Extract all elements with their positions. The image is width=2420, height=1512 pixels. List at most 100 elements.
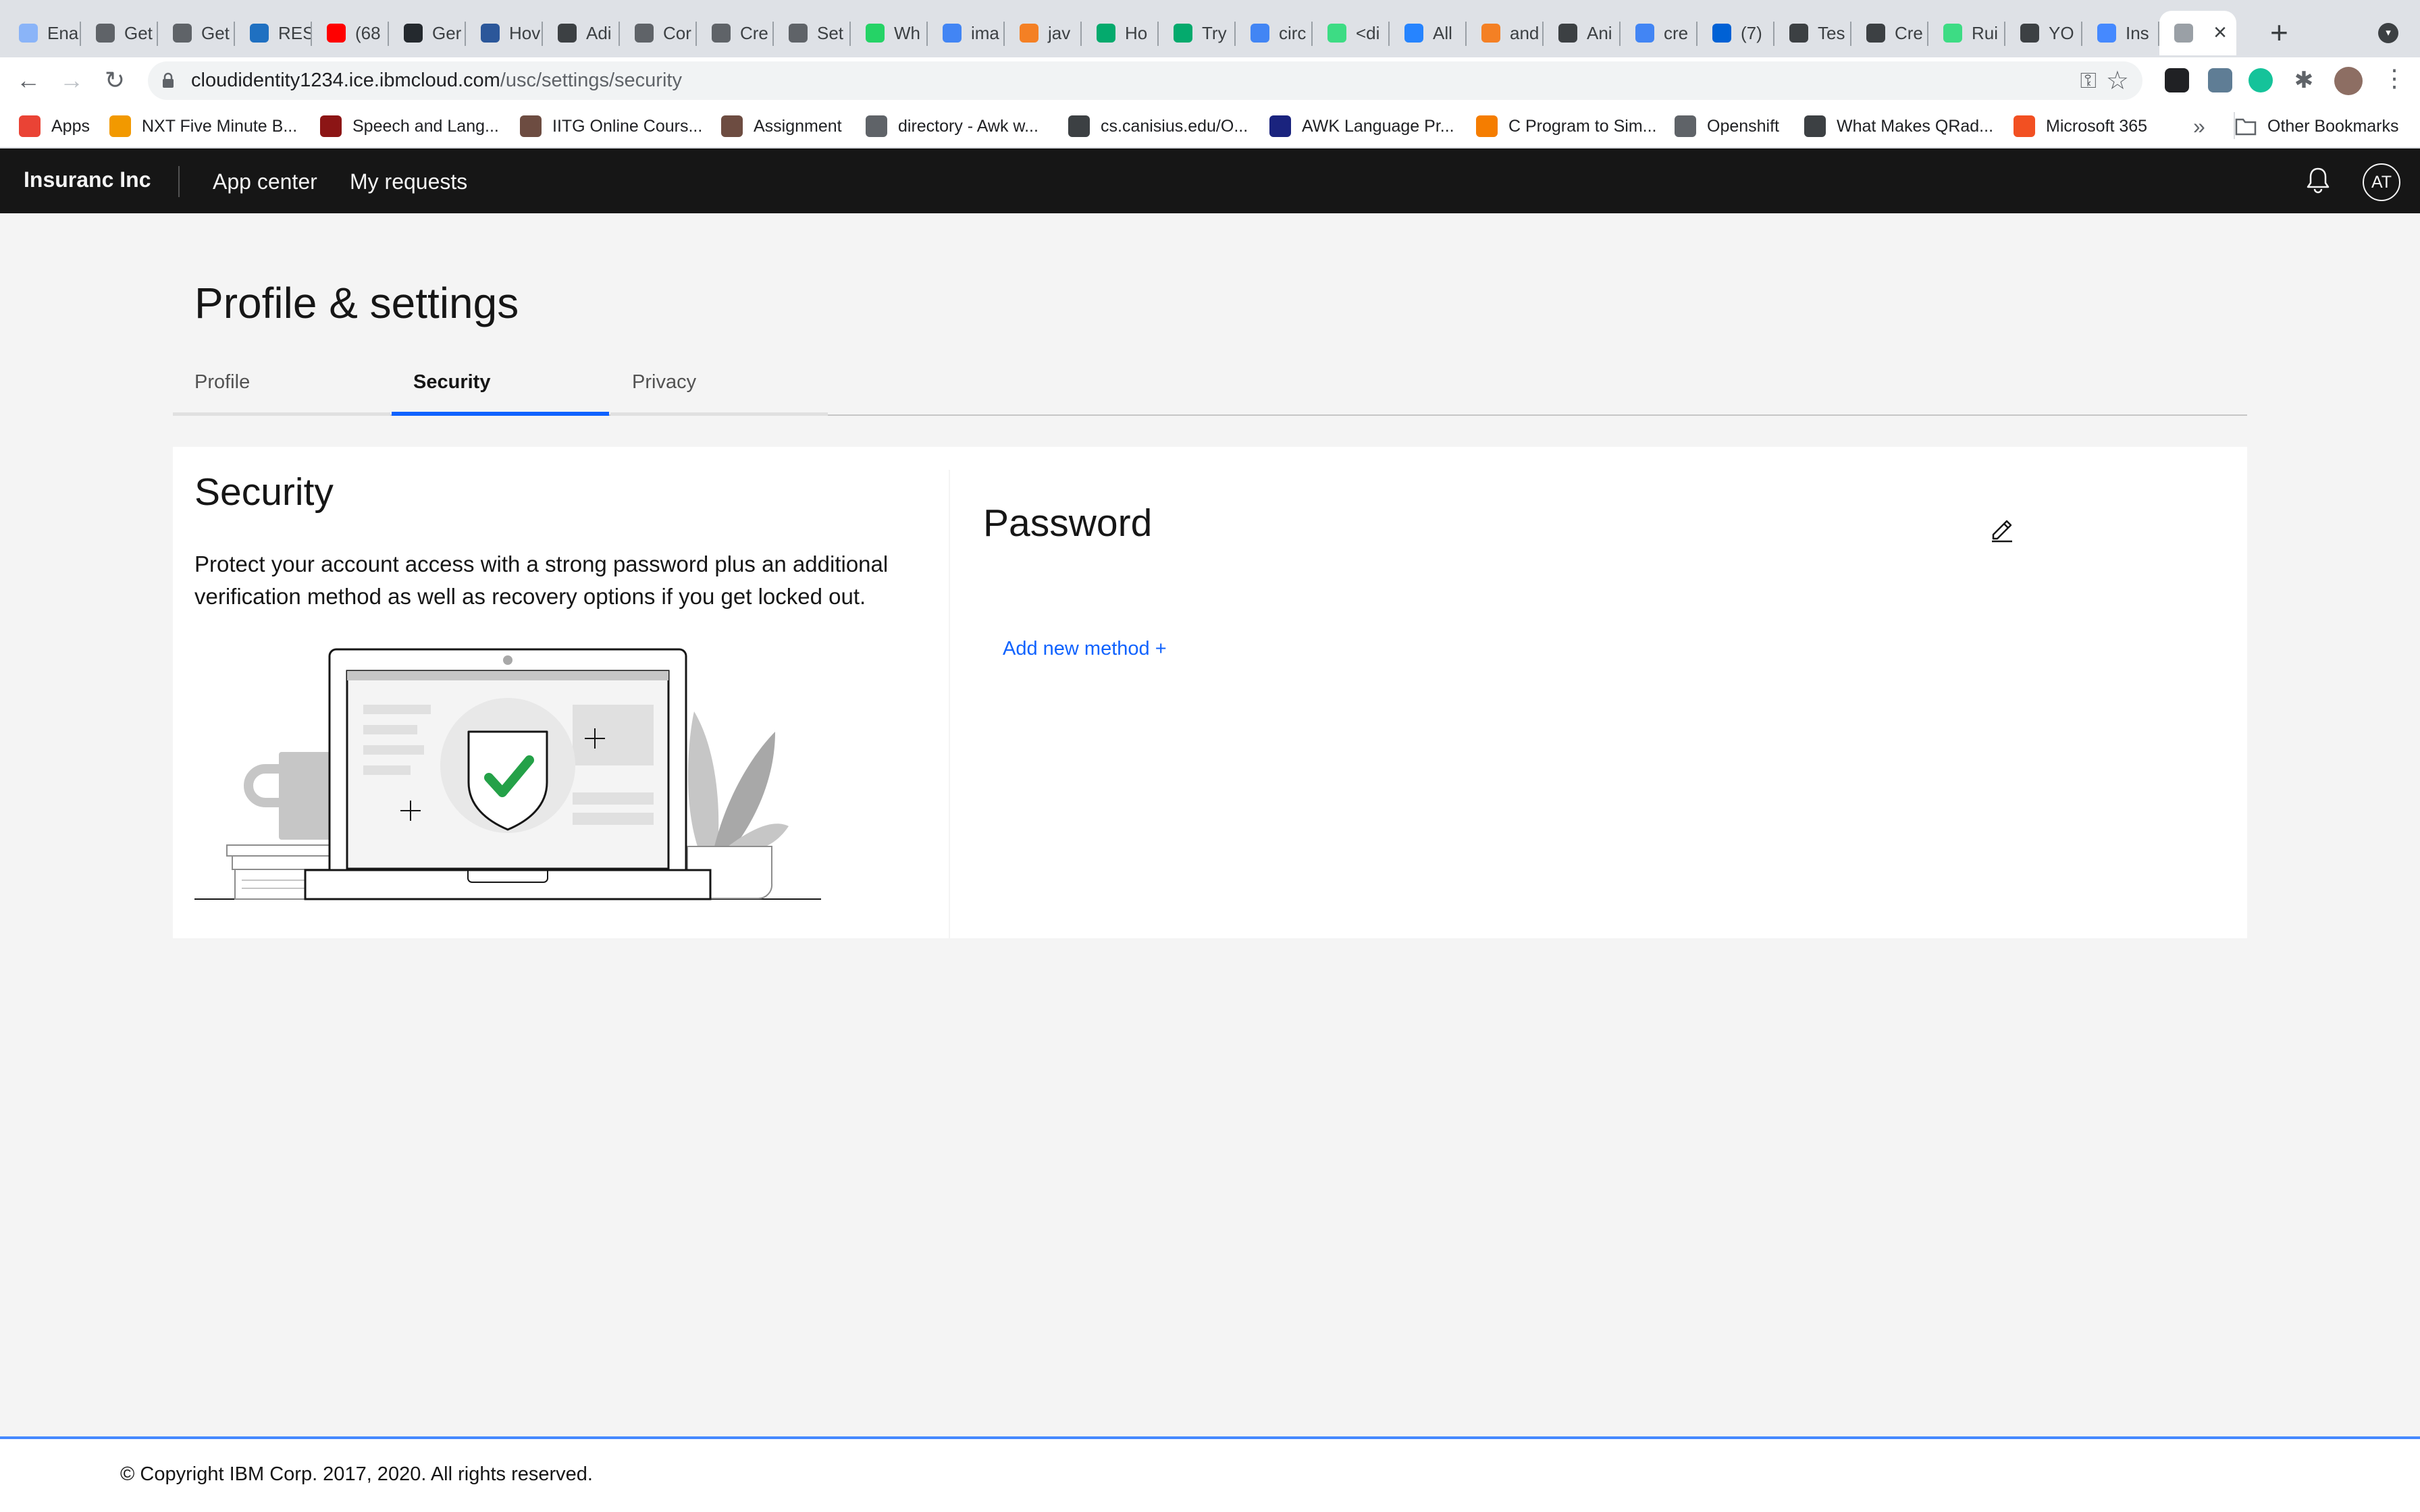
browser-profile-avatar[interactable] (2334, 67, 2363, 95)
bookmark-label: NXT Five Minute B... (142, 116, 298, 136)
extension-screenshot-icon[interactable] (2208, 68, 2232, 92)
browser-tab[interactable]: <di (1313, 11, 1390, 55)
forward-button[interactable]: → (55, 64, 88, 97)
browser-tab-title: jav (1048, 22, 1071, 43)
globe-icon (1068, 115, 1090, 137)
bookmark-item[interactable]: NXT Five Minute B... (109, 113, 297, 139)
browser-tab[interactable]: circ (1236, 11, 1313, 55)
other-bookmarks[interactable]: Other Bookmarks (2235, 113, 2399, 139)
laptop-illustration (304, 648, 712, 900)
browser-tab[interactable]: Set (774, 11, 851, 55)
tab-security[interactable]: Security (392, 358, 609, 416)
browser-tab[interactable]: Wh (851, 11, 928, 55)
bookmark-item[interactable]: Assignment (721, 113, 842, 139)
browser-tab[interactable]: Tes (1774, 11, 1851, 55)
browser-tab-title: (68 (355, 22, 381, 43)
brand-name[interactable]: Insuranc Inc (24, 167, 151, 192)
url-host: cloudidentity1234.ice.ibmcloud.com (191, 70, 500, 91)
browser-tab[interactable]: Ena (4, 11, 81, 55)
browser-tab[interactable]: Ani (1544, 11, 1621, 55)
page-title: Profile & settings (194, 279, 519, 327)
browser-tab[interactable]: Get (158, 11, 235, 55)
back-button[interactable]: ← (12, 64, 45, 97)
browser-tab-title: Adi (586, 22, 612, 43)
close-tab-icon[interactable]: × (2213, 20, 2227, 45)
browser-tab[interactable]: Cre (1851, 11, 1928, 55)
android-icon (1943, 24, 1962, 43)
github-icon (404, 24, 423, 43)
bike-icon (635, 24, 654, 43)
bookmark-item[interactable]: Microsoft 365 (2014, 113, 2147, 139)
globe-icon (558, 24, 577, 43)
key-icon[interactable]: ⚿ (2080, 68, 2097, 94)
stackoverflow-icon (1020, 24, 1038, 43)
browser-tab[interactable]: Try (1159, 11, 1236, 55)
browser-tab[interactable]: Ins (2082, 11, 2159, 55)
browser-tab[interactable]: Rui (1928, 11, 2005, 55)
browser-tab[interactable]: jav (1005, 11, 1082, 55)
settings-tabs: Profile Security Privacy (173, 358, 2247, 416)
bookmark-item[interactable]: Openshift (1675, 113, 1779, 139)
android-icon (1327, 24, 1346, 43)
cloud-icon (19, 24, 38, 43)
reload-button[interactable]: ↻ (99, 64, 131, 97)
m-icon (481, 24, 500, 43)
security-description: Protect your account access with a stron… (194, 551, 889, 609)
browser-tab[interactable]: RES (235, 11, 312, 55)
browser-toolbar: ← → ↻ cloudidentity1234.ice.ibmcloud.com… (0, 57, 2420, 104)
tab-profile[interactable]: Profile (173, 358, 390, 416)
browser-tab-title: Ani (1587, 22, 1612, 43)
nav-my-requests[interactable]: My requests (350, 169, 467, 194)
security-card: Security Protect your account access wit… (173, 447, 2247, 938)
notification-bell-icon[interactable] (2303, 165, 2334, 196)
browser-tab-title: Cor (663, 22, 691, 43)
browser-tab[interactable]: (7) (1698, 11, 1774, 55)
extension-trello-icon[interactable] (2165, 68, 2189, 92)
bookmark-item[interactable]: What Makes QRad... (1804, 113, 1993, 139)
url-text[interactable]: cloudidentity1234.ice.ibmcloud.com/usc/s… (191, 70, 682, 92)
browser-tab[interactable]: Adi (543, 11, 620, 55)
browser-tab[interactable]: and (1467, 11, 1544, 55)
bookmark-item[interactable]: Speech and Lang... (320, 113, 499, 139)
browser-tab[interactable]: Cre (697, 11, 774, 55)
browser-tab-title: Ins (2126, 22, 2149, 43)
bookmark-item[interactable]: IITG Online Cours... (520, 113, 702, 139)
browser-tab[interactable]: Ger (389, 11, 466, 55)
extension-grammarly-icon[interactable] (2248, 68, 2273, 92)
password-title: Password (983, 502, 1153, 545)
browser-tab[interactable]: All (1390, 11, 1467, 55)
browser-tab[interactable]: cre (1621, 11, 1698, 55)
lock-icon[interactable] (161, 72, 175, 88)
browser-tab[interactable]: × (2159, 11, 2236, 55)
browser-tab[interactable]: Cor (620, 11, 697, 55)
bookmark-item[interactable]: C Program to Sim... (1476, 113, 1657, 139)
extensions-puzzle-icon[interactable]: ✱ (2292, 68, 2316, 92)
google-icon (1251, 24, 1269, 43)
bookmark-star-icon[interactable]: ☆ (2106, 65, 2129, 96)
edit-pencil-icon[interactable] (1987, 513, 2018, 544)
bookmark-item[interactable]: Apps (19, 113, 90, 139)
browser-tab-title: ima (971, 22, 999, 43)
address-bar[interactable]: cloudidentity1234.ice.ibmcloud.com/usc/s… (148, 61, 2142, 100)
browser-tab[interactable]: ima (928, 11, 1005, 55)
bookmark-item[interactable]: directory - Awk w... (866, 113, 1038, 139)
tab-search-button[interactable]: ▾ (2378, 23, 2398, 43)
browser-tab[interactable]: Ho (1082, 11, 1159, 55)
tab-privacy[interactable]: Privacy (610, 358, 828, 416)
browser-tab[interactable]: (68 (312, 11, 389, 55)
apps-grid-icon (19, 115, 41, 137)
bike-icon (789, 24, 808, 43)
add-new-method-link[interactable]: Add new method + (1003, 638, 1167, 660)
browser-tab[interactable]: Hov (466, 11, 543, 55)
nav-app-center[interactable]: App center (213, 169, 317, 194)
mug-illustration (244, 752, 333, 840)
more-bookmarks-button[interactable]: » (2193, 113, 2205, 139)
browser-tab[interactable]: Get (81, 11, 158, 55)
browser-tab[interactable]: YO (2005, 11, 2082, 55)
user-avatar[interactable]: AT (2363, 163, 2400, 201)
bookmark-item[interactable]: cs.canisius.edu/O... (1068, 113, 1248, 139)
browser-tab-title: Ger (432, 22, 462, 43)
bookmark-item[interactable]: AWK Language Pr... (1269, 113, 1454, 139)
browser-menu-icon[interactable]: ⋮ (2382, 64, 2406, 92)
new-tab-button[interactable]: + (2270, 15, 2288, 50)
